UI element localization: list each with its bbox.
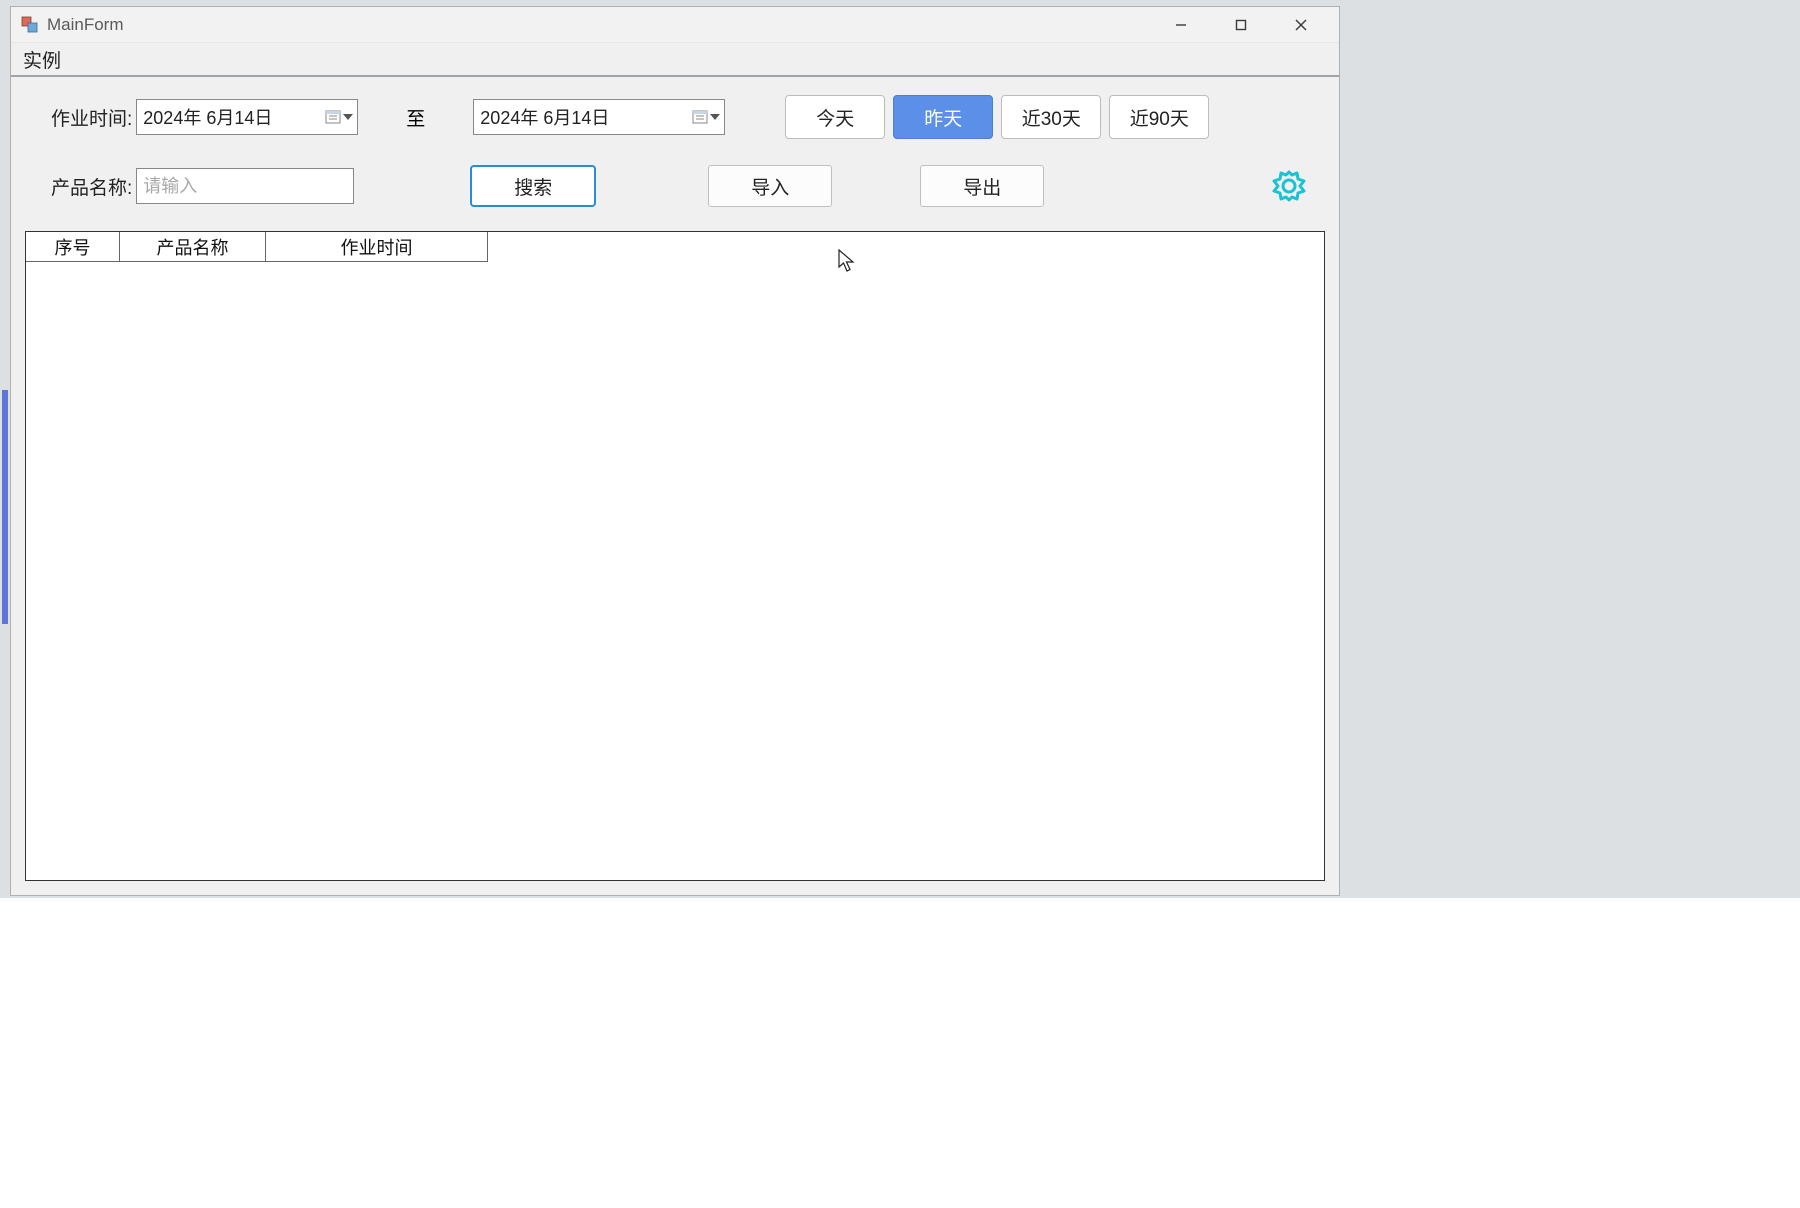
settings-button[interactable] xyxy=(1271,168,1307,204)
yesterday-button[interactable]: 昨天 xyxy=(893,95,993,139)
date-start-dropdown[interactable] xyxy=(325,109,353,125)
product-filter-row: 产品名称: 搜索 导入 导出 xyxy=(25,165,1325,207)
chevron-down-icon xyxy=(710,114,720,120)
table-header-row: 序号 产品名称 作业时间 xyxy=(26,232,1324,262)
last90-button[interactable]: 近90天 xyxy=(1109,95,1209,139)
gear-icon xyxy=(1271,168,1307,204)
content-area: 作业时间: 2024年 6月14日 至 2024年 6月14 xyxy=(11,77,1339,895)
results-table[interactable]: 序号 产品名称 作业时间 xyxy=(25,231,1325,881)
col-index[interactable]: 序号 xyxy=(26,232,120,262)
app-icon xyxy=(21,16,39,34)
date-end-picker[interactable]: 2024年 6月14日 xyxy=(473,99,725,135)
today-button[interactable]: 今天 xyxy=(785,95,885,139)
date-start-value: 2024年 6月14日 xyxy=(143,104,325,130)
date-start-picker[interactable]: 2024年 6月14日 xyxy=(136,99,358,135)
date-label: 作业时间: xyxy=(51,104,132,131)
date-filter-row: 作业时间: 2024年 6月14日 至 2024年 6月14 xyxy=(25,95,1325,139)
search-button[interactable]: 搜索 xyxy=(470,165,596,207)
chevron-down-icon xyxy=(343,114,353,120)
col-product-name[interactable]: 产品名称 xyxy=(120,232,266,262)
date-end-dropdown[interactable] xyxy=(692,109,720,125)
minimize-button[interactable] xyxy=(1151,10,1211,40)
calendar-icon xyxy=(325,109,341,125)
menu-instance[interactable]: 实例 xyxy=(11,40,73,79)
last30-button[interactable]: 近30天 xyxy=(1001,95,1101,139)
main-window: MainForm 实例 作业时间: 2024年 6月14日 xyxy=(10,6,1340,896)
menubar: 实例 xyxy=(11,43,1339,77)
col-work-time[interactable]: 作业时间 xyxy=(266,232,488,262)
close-button[interactable] xyxy=(1271,10,1331,40)
maximize-button[interactable] xyxy=(1211,10,1271,40)
titlebar[interactable]: MainForm xyxy=(11,7,1339,43)
calendar-icon xyxy=(692,109,708,125)
to-label: 至 xyxy=(406,104,425,131)
product-label: 产品名称: xyxy=(51,173,132,200)
export-button[interactable]: 导出 xyxy=(920,165,1044,207)
import-button[interactable]: 导入 xyxy=(708,165,832,207)
background-accent xyxy=(2,390,8,624)
window-title: MainForm xyxy=(47,15,124,35)
date-end-value: 2024年 6月14日 xyxy=(480,104,692,130)
background-strip xyxy=(0,898,1800,1208)
product-name-input[interactable] xyxy=(136,168,354,204)
quick-date-group: 今天 昨天 近30天 近90天 xyxy=(785,95,1209,139)
